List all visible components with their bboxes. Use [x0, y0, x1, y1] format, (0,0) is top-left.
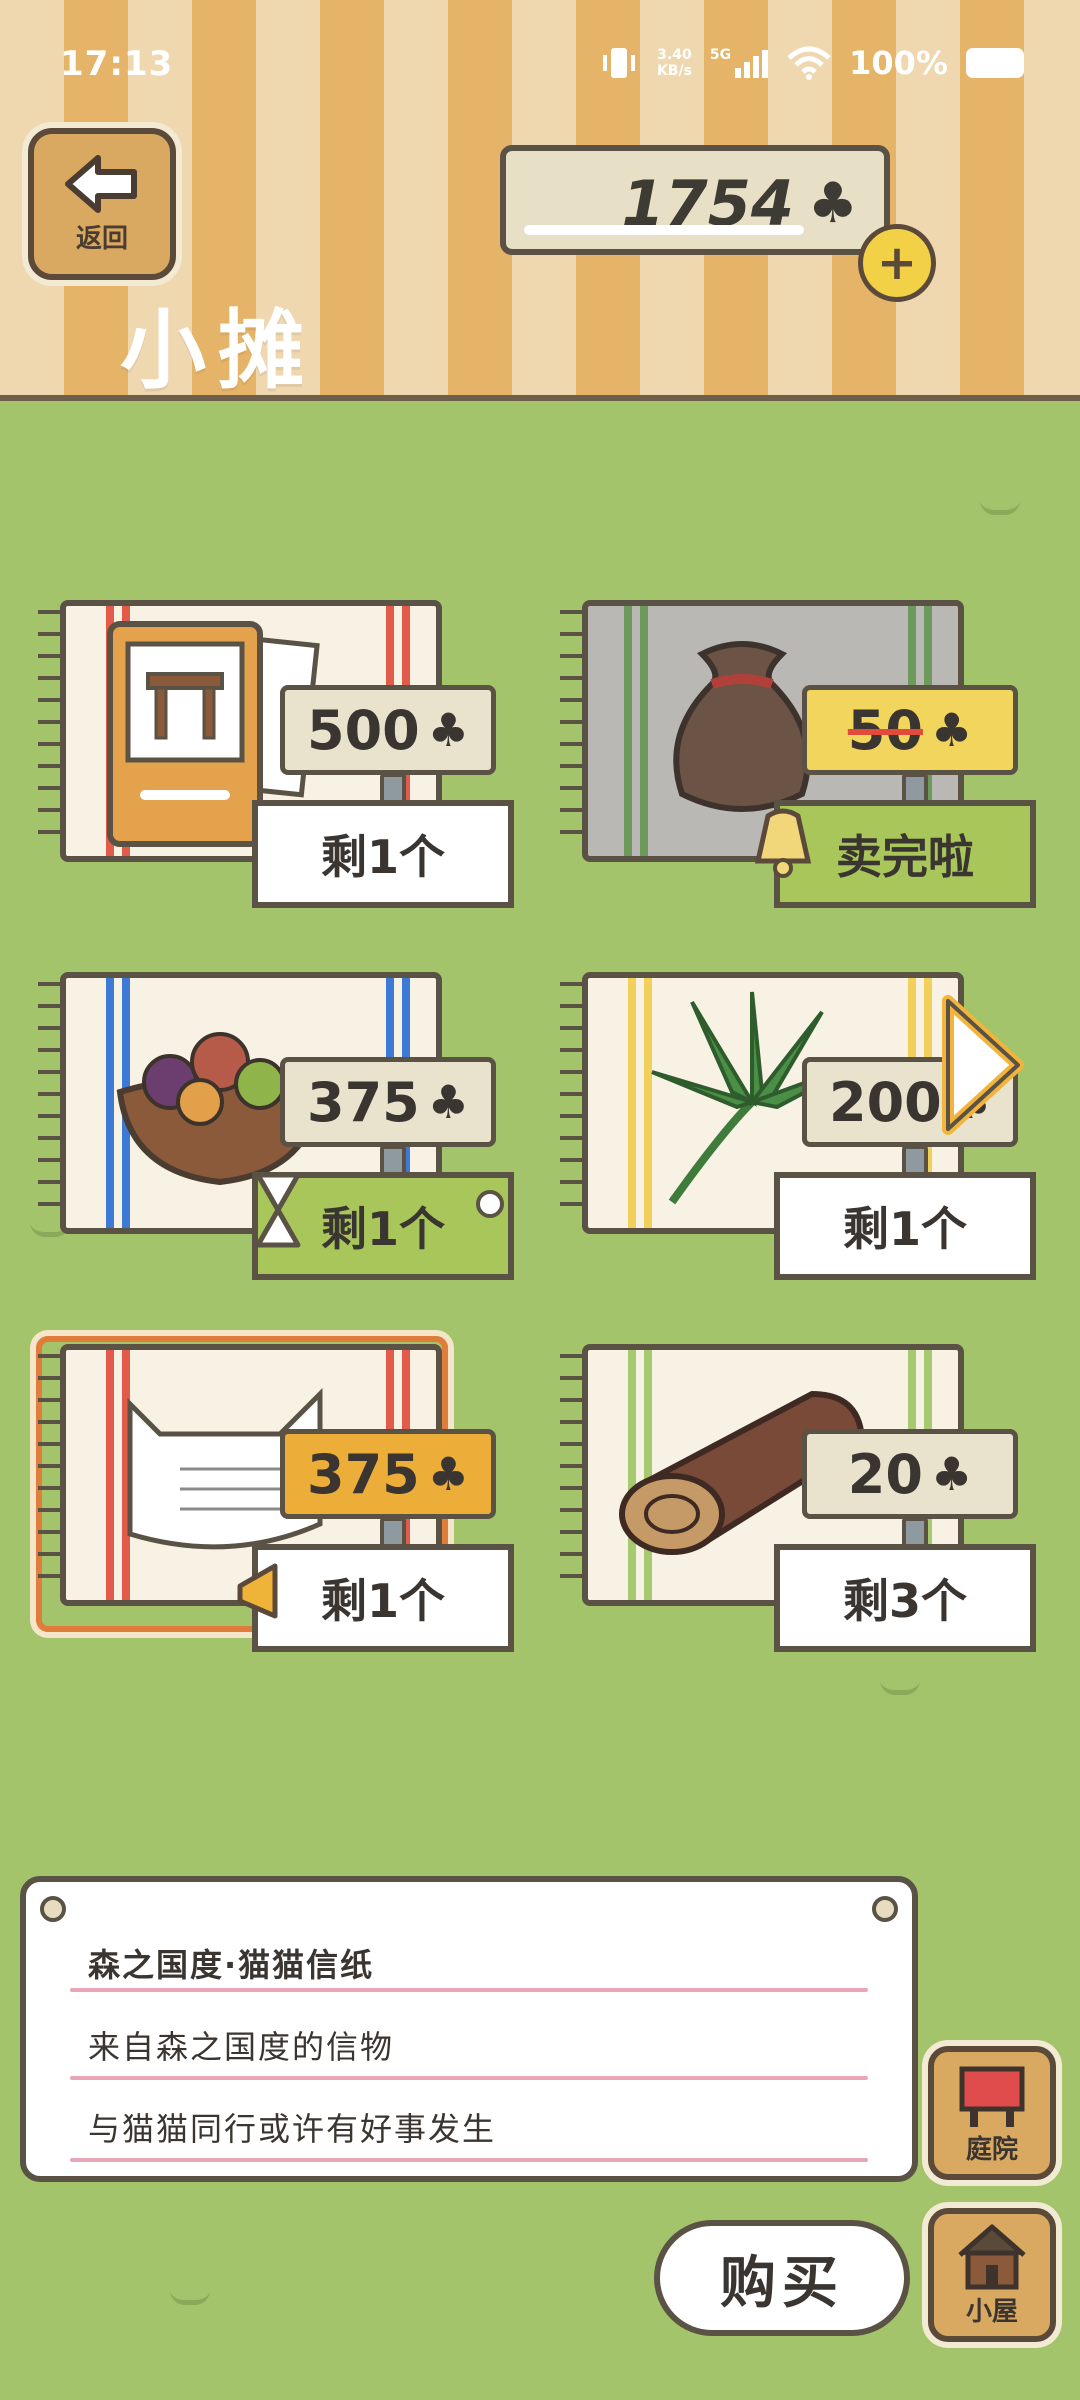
clover-balance: 1754 ♣ [500, 145, 890, 255]
shop-item-2[interactable]: 50 ♣ 卖完啦 [552, 590, 1036, 910]
mat-fringe [560, 982, 586, 1222]
battery-icon [966, 48, 1024, 78]
buy-button[interactable]: 购买 [654, 2220, 910, 2336]
item-stock: 剩3个 [774, 1544, 1036, 1652]
wifi-icon [787, 46, 831, 80]
add-clover-button[interactable]: + [858, 224, 936, 302]
yard-icon [959, 2066, 1025, 2127]
mat-fringe [38, 1354, 64, 1594]
house-label: 小屋 [965, 2297, 1018, 2327]
yard-label: 庭院 [965, 2135, 1018, 2165]
net-speed: 3.40 KB/s [657, 47, 692, 79]
grass-tuft [980, 500, 1020, 515]
net-speed-value: 3.40 [657, 47, 692, 63]
clock-icon [476, 1190, 504, 1218]
item-price: 200 [829, 1070, 942, 1134]
item-price: 375 [307, 1070, 420, 1134]
clover-icon: ♣ [930, 703, 973, 757]
signal-group: 5G [710, 48, 769, 78]
shop-item-1[interactable]: 500 ♣ 剩1个 [30, 590, 514, 910]
panel-pin [40, 1896, 66, 1922]
balance-underline [524, 225, 804, 235]
ruled-line [70, 2158, 868, 2162]
mat-fringe [38, 610, 64, 850]
item-price: 20 [847, 1442, 923, 1506]
clover-icon: ♣ [427, 1075, 469, 1129]
net-speed-unit: KB/s [656, 63, 692, 79]
item-price: 500 [307, 698, 420, 762]
ruled-line [70, 2076, 868, 2080]
status-icons: 3.40 KB/s 5G 100% [599, 44, 1024, 82]
sack-icon [673, 641, 811, 812]
page-title: 小摊 [120, 301, 316, 401]
item-price-tag: 50 ♣ [802, 685, 1018, 775]
mat-fringe [560, 610, 586, 850]
megaphone-icon [237, 1563, 278, 1619]
item-price-tag: 20 ♣ [802, 1429, 1018, 1519]
house-button[interactable]: 小屋 [928, 2208, 1056, 2342]
clover-icon: ♣ [930, 1447, 973, 1501]
vibrate-icon [602, 48, 635, 78]
item-stock: 剩1个 [774, 1172, 1036, 1280]
item-description-line-1: 来自森之国度的信物 [88, 2028, 395, 2066]
yard-button[interactable]: 庭院 [928, 2046, 1056, 2180]
item-price-tag: 375 ♣ [280, 1057, 496, 1147]
mat-fringe [560, 1354, 586, 1594]
item-stock: 剩1个 [252, 800, 514, 908]
bell-icon [754, 808, 812, 878]
back-label: 返回 [75, 223, 128, 254]
shop-item-3[interactable]: 375 ♣ 剩1个 [30, 962, 514, 1282]
shop-item-6[interactable]: 20 ♣ 剩3个 [552, 1334, 1036, 1654]
item-price-tag: 500 ♣ [280, 685, 496, 775]
status-time: 17:13 [60, 44, 174, 84]
item-price: 375 [307, 1442, 420, 1506]
house-icon [958, 2224, 1026, 2290]
battery-percent: 100% [849, 44, 948, 82]
item-price-tag: 375 ♣ [280, 1429, 496, 1519]
grass-tuft [170, 2290, 210, 2305]
next-page-arrow-icon[interactable] [938, 995, 1028, 1135]
status-bar: 17:13 3.40 KB/s 5G 100% [0, 0, 1080, 130]
network-type: 5G [709, 47, 732, 63]
item-description-panel: 森之国度·猫猫信纸 来自森之国度的信物 与猫猫同行或许有好事发生 [20, 1876, 918, 2182]
item-price: 50 [847, 698, 923, 762]
shop-item-5[interactable]: 375 ♣ 剩1个 [30, 1334, 514, 1654]
back-button[interactable]: 返回 [28, 128, 176, 280]
back-arrow-icon [65, 154, 137, 213]
clover-icon: ♣ [807, 171, 858, 236]
hourglass-icon [255, 1172, 301, 1248]
item-name: 森之国度·猫猫信纸 [88, 1946, 375, 1984]
mat-fringe [38, 982, 64, 1222]
signal-icon [735, 50, 769, 78]
grass-tuft [880, 1680, 920, 1695]
panel-pin [872, 1896, 898, 1922]
ruled-line [70, 1988, 868, 1992]
item-description-line-2: 与猫猫同行或许有好事发生 [88, 2110, 497, 2148]
clover-icon: ♣ [427, 1447, 469, 1501]
clover-icon: ♣ [427, 703, 469, 757]
